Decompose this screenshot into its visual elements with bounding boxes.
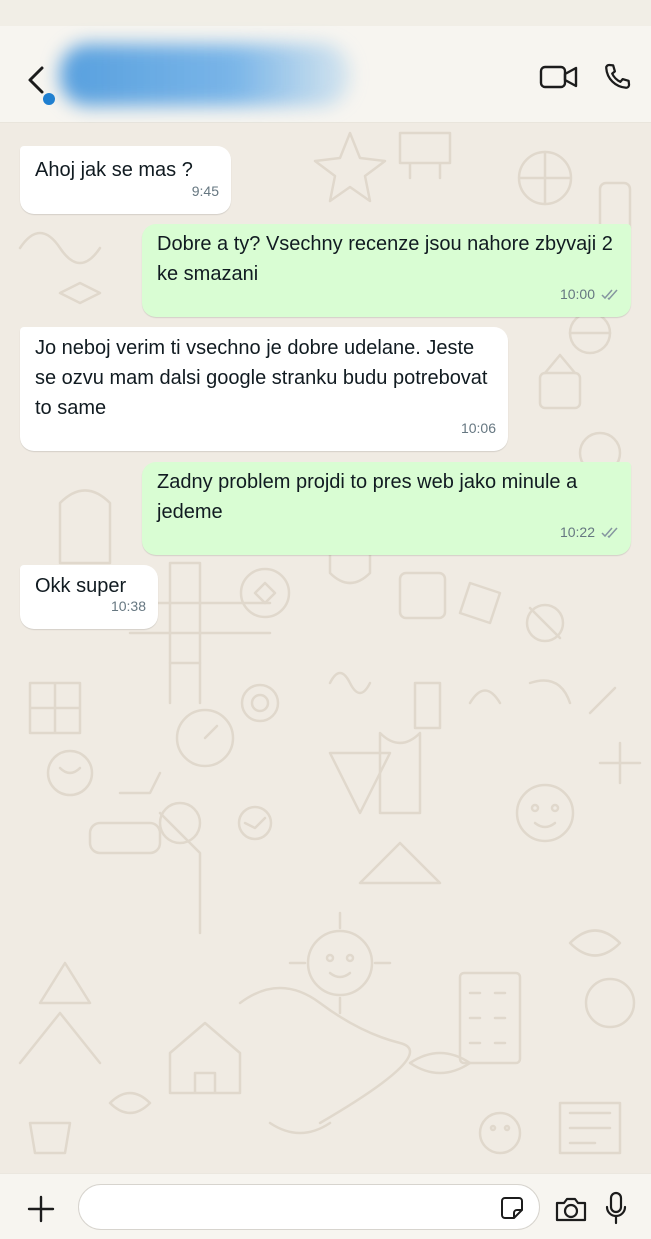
chat-area[interactable]: Ahoj jak se mas ? 9:45 Dobre a ty? Vsech… (0, 123, 651, 1173)
message-meta: 10:22 (560, 517, 619, 547)
message-text: Zadny problem projdi to pres web jako mi… (157, 471, 578, 523)
message-text: Ahoj jak se mas ? (35, 159, 193, 181)
sticker-button[interactable] (499, 1195, 525, 1221)
message-bubble[interactable]: Zadny problem projdi to pres web jako mi… (142, 462, 631, 555)
avatar[interactable] (43, 93, 55, 105)
message-text: Jo neboj verim ti vsechno je dobre udela… (35, 337, 488, 419)
phone-icon (605, 63, 631, 89)
video-camera-icon (539, 65, 578, 89)
sticker-icon (501, 1197, 523, 1219)
voice-call-button[interactable] (600, 60, 634, 94)
chat-header (0, 26, 651, 123)
message-time: 10:38 (110, 598, 146, 614)
message-field[interactable] (97, 1185, 481, 1231)
message-time: 9:45 (191, 183, 219, 199)
attach-button[interactable] (26, 1194, 56, 1224)
message-bubble[interactable]: Dobre a ty? Vsechny recenze jsou nahore … (142, 224, 631, 317)
message-bubble[interactable]: Jo neboj verim ti vsechno je dobre udela… (20, 327, 508, 451)
message-meta: 10:06 (461, 413, 496, 443)
microphone-button[interactable] (604, 1190, 628, 1226)
double-check-icon (601, 289, 618, 300)
contact-name-redacted[interactable] (60, 44, 350, 106)
message-time: 10:22 (559, 524, 595, 540)
status-strip (0, 0, 651, 26)
message-meta: 10:38 (111, 591, 146, 621)
double-check-icon (601, 527, 618, 538)
message-time: 10:06 (460, 420, 496, 436)
video-call-button[interactable] (538, 62, 580, 92)
camera-button[interactable] (553, 1194, 589, 1224)
microphone-icon (605, 1191, 627, 1225)
message-meta: 9:45 (192, 176, 219, 206)
plus-icon (27, 1195, 55, 1223)
message-time: 10:00 (559, 286, 595, 302)
message-text: Dobre a ty? Vsechny recenze jsou nahore … (157, 233, 613, 285)
message-meta: 10:00 (560, 279, 619, 309)
camera-icon (555, 1197, 587, 1222)
message-input[interactable] (78, 1184, 540, 1231)
message-bubble[interactable]: Okk super 10:38 (20, 565, 158, 629)
message-bubble[interactable]: Ahoj jak se mas ? 9:45 (20, 146, 231, 214)
composer-bar (0, 1173, 651, 1239)
